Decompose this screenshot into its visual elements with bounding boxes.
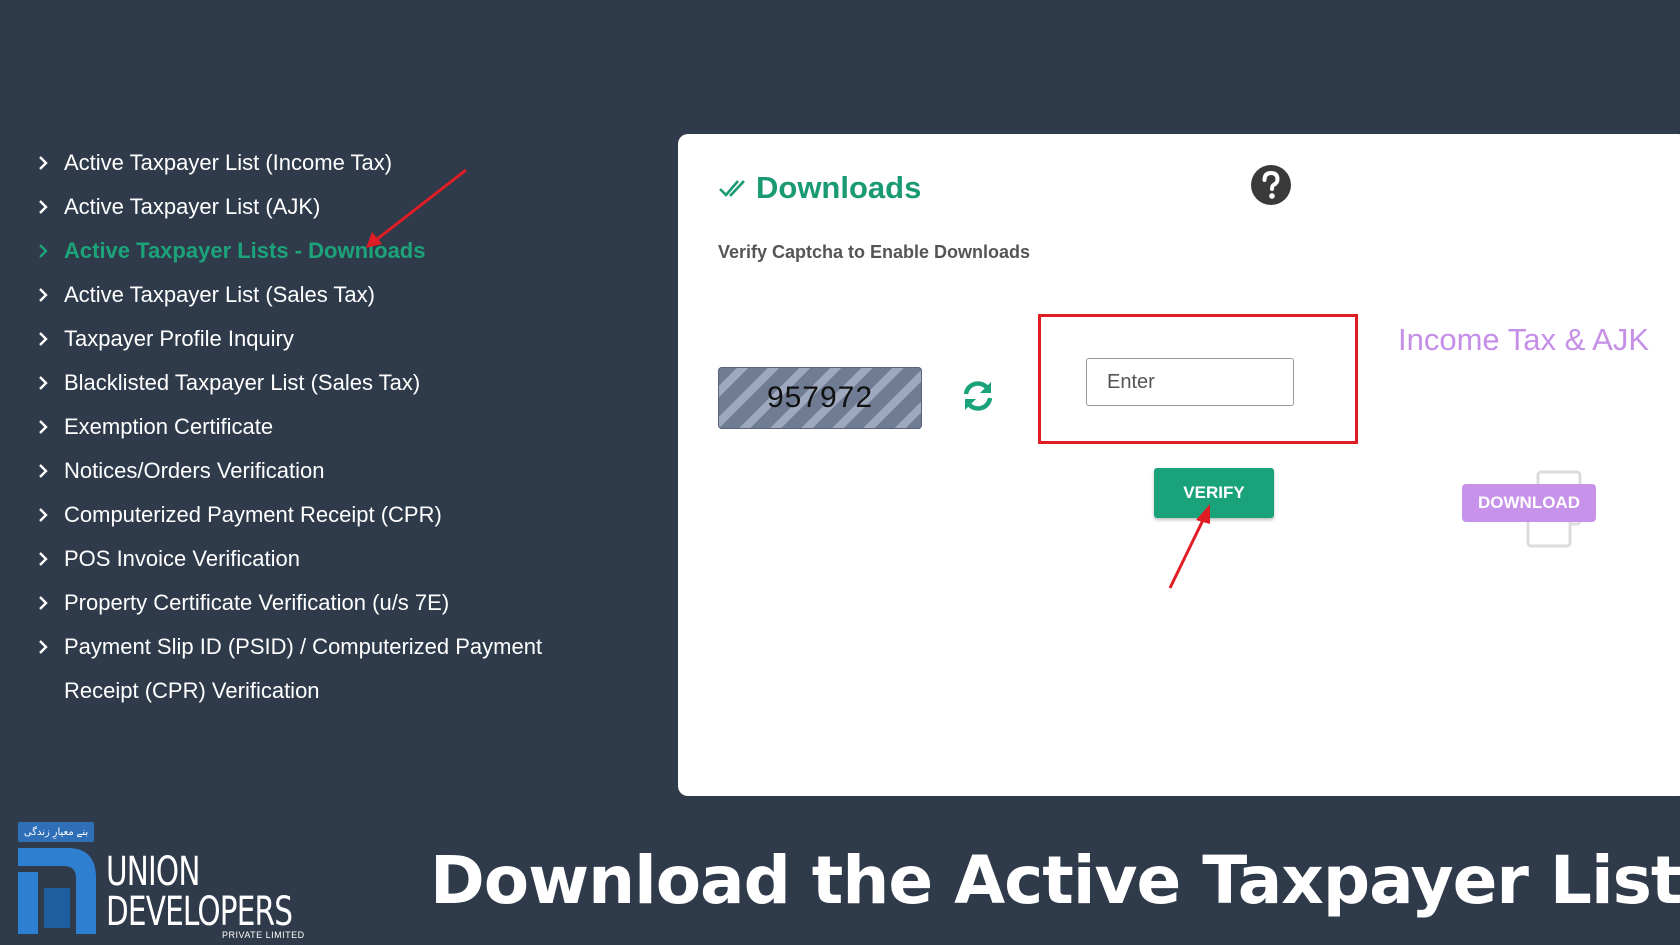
page-title: Downloads [756,170,922,205]
sidebar-item-label: Active Taxpayer List (Income Tax) [64,150,393,175]
sidebar-item-ajk[interactable]: Active Taxpayer List (AJK) [36,194,320,229]
sidebar-item-label: Exemption Certificate [64,414,274,439]
section-label: Income Tax & AJK [1398,322,1649,357]
brand-name: UNION DEVELOPERS [106,849,293,935]
brand-name-line2: DEVELOPERS [106,889,293,935]
brand-subtitle: PRIVATE LIMITED [222,930,305,940]
chevron-right-icon [36,546,64,572]
captcha-code: 957972 [766,381,874,414]
sidebar-item-pos-invoice[interactable]: POS Invoice Verification [36,546,300,581]
chevron-right-icon [36,370,64,396]
sidebar-item-label: Active Taxpayer List (AJK) [64,194,321,219]
verify-button[interactable]: VERIFY [1154,468,1274,518]
sidebar-item-downloads[interactable]: Active Taxpayer Lists - Downloads [36,238,425,273]
captcha-input[interactable] [1086,358,1294,406]
sidebar-item-label: Property Certificate Verification (u/s 7… [64,590,450,615]
sidebar-item-profile-inquiry[interactable]: Taxpayer Profile Inquiry [36,326,294,361]
sidebar-item-cpr[interactable]: Computerized Payment Receipt (CPR) [36,502,442,537]
sidebar-item-property-certificate[interactable]: Property Certificate Verification (u/s 7… [36,590,449,625]
sidebar-item-notices[interactable]: Notices/Orders Verification [36,458,324,493]
sidebar-item-label: Active Taxpayer List (Sales Tax) [64,282,375,307]
sidebar-item-income-tax[interactable]: Active Taxpayer List (Income Tax) [36,150,392,185]
card-title: Downloads [718,170,921,206]
chevron-right-icon [36,194,64,220]
captcha-image: 957972 [718,367,922,429]
sidebar-item-label: Blacklisted Taxpayer List (Sales Tax) [64,370,421,395]
sidebar-item-label: POS Invoice Verification [64,546,301,571]
download-button[interactable]: DOWNLOAD [1462,484,1596,522]
sidebar-item-exemption[interactable]: Exemption Certificate [36,414,273,449]
headline: Download the Active Taxpayer List [430,842,1680,919]
chevron-right-icon [36,458,64,484]
help-icon[interactable] [1250,164,1292,206]
sidebar-item-label: Payment Slip ID (PSID) / Computerized Pa… [64,634,543,703]
chevron-right-icon [36,282,64,308]
sidebar-item-label: Taxpayer Profile Inquiry [64,326,294,351]
sidebar-item-label: Computerized Payment Receipt (CPR) [64,502,442,527]
downloads-card: Downloads Verify Captcha to Enable Downl… [678,134,1680,796]
chevron-right-icon [36,150,64,176]
chevron-right-icon [36,238,64,264]
chevron-right-icon [36,590,64,616]
sidebar-item-blacklisted[interactable]: Blacklisted Taxpayer List (Sales Tax) [36,370,420,405]
brand-name-line1: UNION [106,849,200,895]
sidebar-item-sales-tax[interactable]: Active Taxpayer List (Sales Tax) [36,282,375,317]
captcha-instructions: Verify Captcha to Enable Downloads [718,242,1031,262]
sidebar-item-label: Notices/Orders Verification [64,458,325,483]
chevron-right-icon [36,414,64,440]
union-developers-logo-icon [18,848,96,934]
sidebar-item-psid[interactable]: Payment Slip ID (PSID) / Computerized Pa… [36,634,604,713]
sidebar-item-label: Active Taxpayer Lists - Downloads [64,238,426,263]
chevron-right-icon [36,634,64,660]
brand-tagline: بنے معیارِ زندگی [18,822,94,842]
refresh-icon[interactable] [960,378,996,414]
double-check-icon [719,180,745,197]
chevron-right-icon [36,326,64,352]
chevron-right-icon [36,502,64,528]
